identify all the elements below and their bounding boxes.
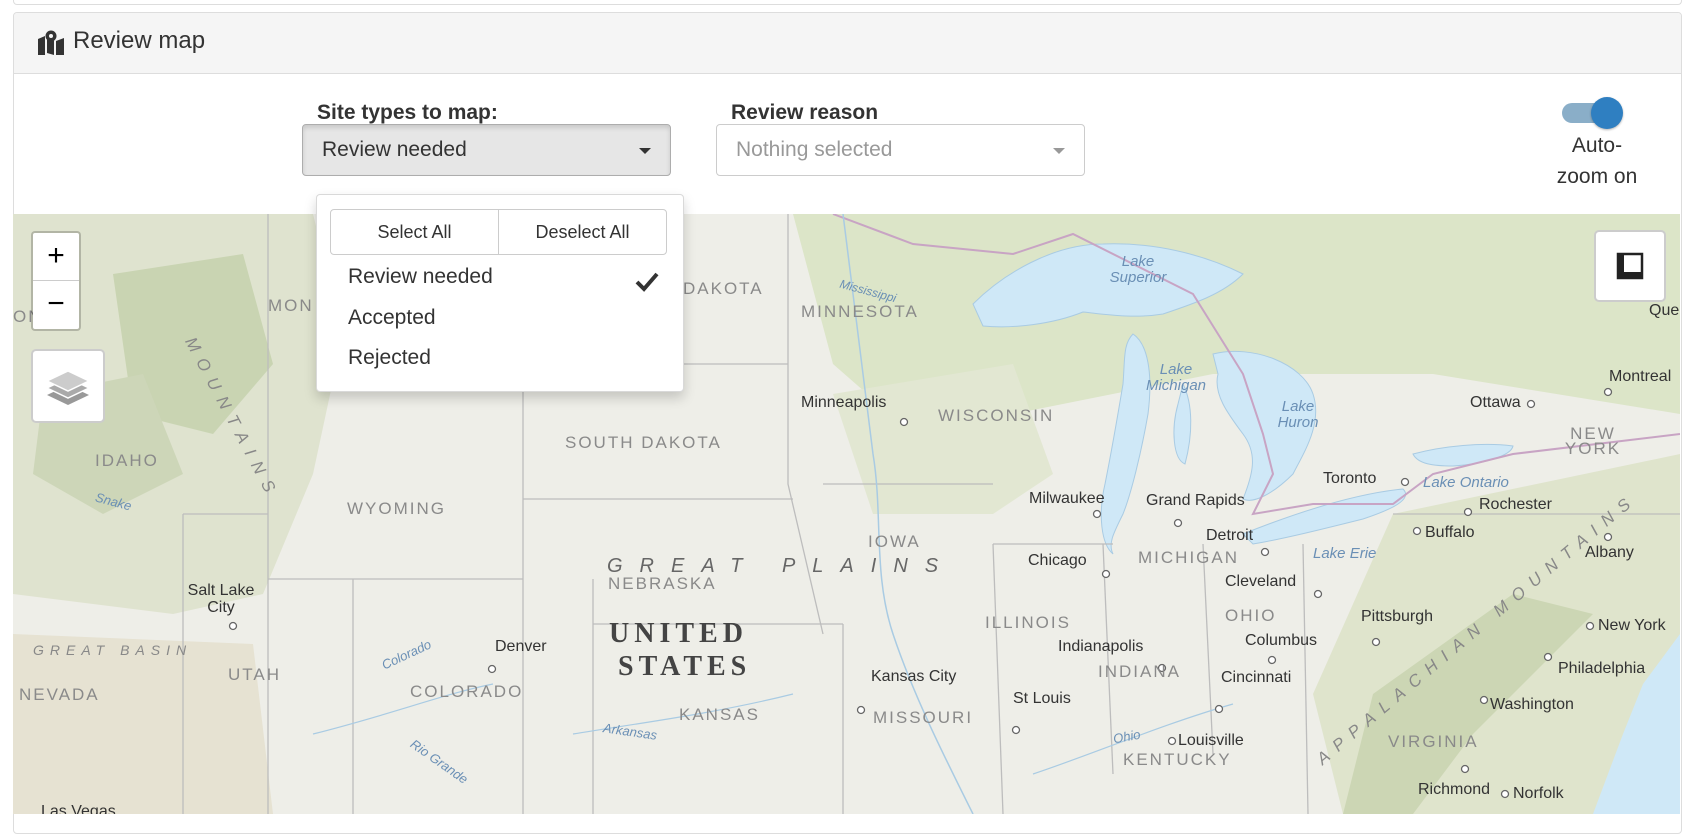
layers-button[interactable] bbox=[31, 349, 105, 423]
map-location-icon bbox=[38, 30, 64, 55]
map-label-state: MINNESOTA bbox=[801, 302, 919, 321]
map-label-city: Richmond bbox=[1418, 781, 1491, 798]
map-label-city: Kansas City bbox=[871, 668, 957, 685]
map-label-city: St Louis bbox=[1013, 690, 1071, 707]
previous-panel-edge bbox=[13, 0, 1682, 5]
map-label-city: Buffalo bbox=[1425, 524, 1475, 541]
map-label-state: SOUTH DAKOTA bbox=[565, 433, 722, 452]
site-types-dropdown-menu: Select All Deselect All Review needed Ac… bbox=[316, 194, 684, 392]
deselect-all-button[interactable]: Deselect All bbox=[498, 209, 667, 255]
autozoom-label: Auto-zoom on bbox=[1556, 134, 1638, 188]
map-label-city: Chicago bbox=[1028, 552, 1087, 569]
map-label-city: Rochester bbox=[1479, 496, 1552, 513]
map-label-city: Columbus bbox=[1245, 632, 1318, 649]
zoom-in-button[interactable]: + bbox=[33, 233, 79, 281]
toggle-knob bbox=[1591, 97, 1623, 129]
map-label-water: Lake Superior bbox=[1109, 253, 1167, 286]
map-label-state: VIRGINIA bbox=[1388, 732, 1479, 751]
map-label-city: Cleveland bbox=[1225, 573, 1297, 590]
map-label-state: KENTUCKY bbox=[1123, 750, 1232, 769]
panel-heading: Review map bbox=[14, 13, 1681, 74]
map-label-city: Albany bbox=[1585, 544, 1634, 561]
map-label-state: KANSAS bbox=[679, 705, 760, 724]
map-label-city: Que bbox=[1649, 302, 1680, 319]
caret-down-icon bbox=[1053, 148, 1065, 154]
map-label-state: ILLINOIS bbox=[985, 613, 1071, 632]
review-reason-select[interactable]: Nothing selected bbox=[716, 124, 1085, 176]
map-label-state: NEBRASKA bbox=[608, 574, 717, 593]
map-label-region: GREAT BASIN bbox=[33, 642, 193, 658]
map-label-city: Detroit bbox=[1206, 527, 1254, 544]
site-types-label: Site types to map: bbox=[317, 101, 498, 124]
bulk-actions: Select All Deselect All bbox=[330, 209, 668, 255]
map-label-state: UTAH bbox=[228, 665, 282, 684]
map-label-state: MICHIGAN bbox=[1138, 548, 1239, 567]
select-all-button[interactable]: Select All bbox=[330, 209, 499, 255]
map-label-city: Salt Lake City bbox=[187, 582, 255, 616]
map-label-city: Milwaukee bbox=[1029, 490, 1105, 507]
map-label-city: Ottawa bbox=[1470, 394, 1521, 411]
map-label-state: OHIO bbox=[1225, 606, 1277, 625]
map-label-state: COLORADO bbox=[410, 682, 524, 701]
map-label-water: Lake Ontario bbox=[1423, 474, 1509, 491]
map-label-city: Indianapolis bbox=[1058, 638, 1144, 655]
zoom-out-button[interactable]: − bbox=[33, 281, 79, 328]
option-rejected[interactable]: Rejected bbox=[348, 346, 431, 370]
map-label-country: UNITED bbox=[609, 618, 748, 649]
map-label-city: Grand Rapids bbox=[1146, 492, 1245, 509]
map-label-water: Lake Huron bbox=[1277, 398, 1319, 431]
ruler-square-icon bbox=[1616, 252, 1644, 280]
map-label-state: IOWA bbox=[868, 532, 921, 551]
map-label-state: NEW YORK bbox=[1564, 424, 1622, 458]
review-reason-placeholder: Nothing selected bbox=[736, 138, 893, 161]
map-label-state: INDIANA bbox=[1098, 662, 1181, 681]
map-label-city: Philadelphia bbox=[1558, 660, 1646, 677]
map-label-state: NEVADA bbox=[19, 685, 100, 704]
option-accepted[interactable]: Accepted bbox=[348, 306, 436, 330]
caret-down-icon bbox=[639, 148, 651, 154]
map-label-city: Denver bbox=[495, 638, 547, 655]
map-label-state: WYOMING bbox=[347, 499, 446, 518]
map-label-city: Pittsburgh bbox=[1361, 608, 1434, 625]
zoom-control: + − bbox=[31, 231, 81, 331]
map-label-water: Lake Michigan bbox=[1145, 361, 1207, 394]
site-types-select[interactable]: Review needed bbox=[302, 124, 671, 176]
map-label-water: Lake Erie bbox=[1313, 545, 1377, 562]
review-reason-label: Review reason bbox=[731, 101, 879, 124]
measure-button[interactable] bbox=[1594, 230, 1666, 302]
checkmark-icon bbox=[635, 272, 659, 292]
map-label-state: MON bbox=[268, 296, 314, 315]
map-label-city: New York bbox=[1598, 617, 1666, 634]
map-label-state: DAKOTA bbox=[683, 279, 764, 298]
map-label-state: IDAHO bbox=[95, 451, 159, 470]
map-label-state: MISSOURI bbox=[873, 708, 974, 727]
map-label-city: Las Vegas bbox=[41, 803, 116, 814]
layers-icon bbox=[45, 370, 91, 405]
autozoom-toggle[interactable] bbox=[1558, 97, 1623, 129]
map-label-country: STATES bbox=[618, 651, 752, 682]
site-types-selected-value: Review needed bbox=[322, 138, 467, 161]
map-label-city: Norfolk bbox=[1513, 785, 1564, 802]
map-label-city: Cincinnati bbox=[1221, 669, 1292, 686]
map-canvas[interactable]: UNITED STATES GREAT PLAINS MOUNTAINS APP… bbox=[13, 214, 1680, 814]
map-label-city: Louisville bbox=[1178, 732, 1244, 749]
map-label-city: Washington bbox=[1490, 696, 1574, 713]
map-label-state: WISCONSIN bbox=[938, 406, 1055, 425]
map-label-city: Montreal bbox=[1609, 368, 1672, 385]
map-label-city: Toronto bbox=[1323, 470, 1377, 487]
option-review-needed[interactable]: Review needed bbox=[348, 265, 493, 289]
map-label-city: Minneapolis bbox=[801, 394, 887, 411]
panel-title: Review map bbox=[73, 27, 206, 54]
